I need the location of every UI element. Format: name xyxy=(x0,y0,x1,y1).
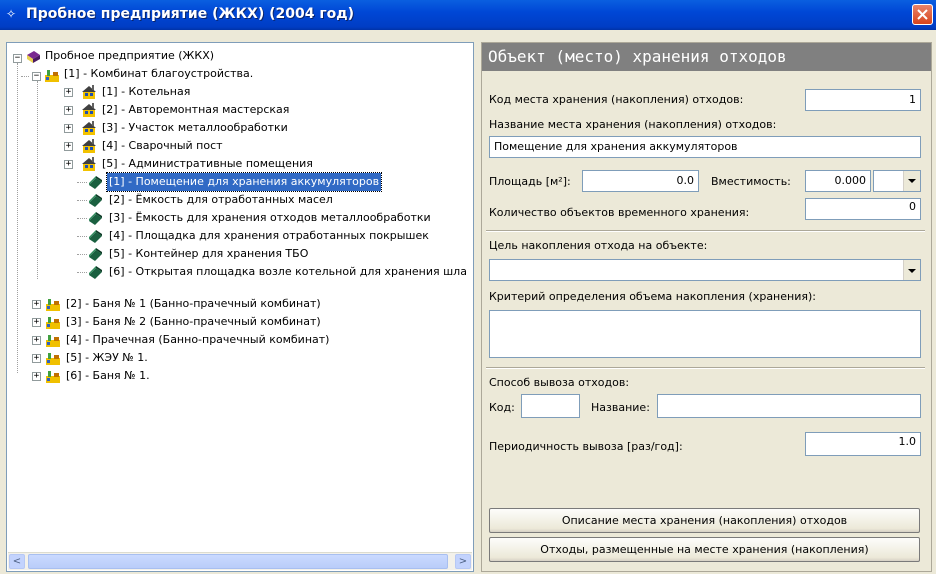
expand-toggle[interactable]: + xyxy=(64,124,73,133)
building-icon xyxy=(82,157,96,171)
tree-node-building[interactable]: [1] - Котельная xyxy=(100,83,192,101)
removal-name-field[interactable] xyxy=(657,394,921,418)
scroll-right-button[interactable]: > xyxy=(455,554,471,569)
code-field[interactable]: 1 xyxy=(805,89,921,111)
expand-toggle[interactable]: + xyxy=(64,106,73,115)
divider xyxy=(486,367,925,369)
purpose-label: Цель накопления отхода на объекте: xyxy=(489,239,708,252)
tree-node-combinat[interactable]: [1] - Комбинат благоустройства. xyxy=(62,65,255,83)
storage-icon xyxy=(89,266,102,279)
expand-toggle[interactable]: + xyxy=(32,336,41,345)
capacity-field[interactable]: 0.000 xyxy=(805,170,871,192)
scroll-thumb[interactable] xyxy=(28,554,448,569)
removal-name-label: Название: xyxy=(591,401,650,414)
tree-node-building[interactable]: [4] - Сварочный пост xyxy=(100,137,225,155)
dropdown-button[interactable] xyxy=(903,260,920,280)
unit-icon xyxy=(46,299,60,311)
name-field[interactable]: Помещение для хранения аккумуляторов xyxy=(489,136,921,158)
tree-node-storage[interactable]: [3] - Ёмкость для хранения отходов метал… xyxy=(107,209,433,227)
stored-wastes-button[interactable]: Отходы, размещенные на месте хранения (н… xyxy=(489,537,920,562)
close-icon xyxy=(917,9,928,20)
capacity-unit-select[interactable] xyxy=(873,170,921,192)
period-label: Периодичность вывоза [раз/год]: xyxy=(489,440,683,453)
expand-toggle[interactable]: + xyxy=(32,354,41,363)
horizontal-scrollbar[interactable]: < > xyxy=(8,552,472,570)
title-bar: ✧ Пробное предприятие (ЖКХ) (2004 год) xyxy=(0,0,936,30)
criterion-textarea[interactable] xyxy=(489,310,921,358)
expand-toggle[interactable]: + xyxy=(64,88,73,97)
tree-node-building[interactable]: [2] - Авторемонтная мастерская xyxy=(100,101,291,119)
building-icon xyxy=(82,103,96,117)
tree-node-storage[interactable]: [4] - Площадка для хранения отработанных… xyxy=(107,227,431,245)
building-icon xyxy=(82,121,96,135)
collapse-toggle[interactable]: − xyxy=(13,54,22,63)
tree-node-storage[interactable]: [6] - Открытая площадка возле котельной … xyxy=(107,263,469,281)
collapse-toggle[interactable]: − xyxy=(32,72,41,81)
enterprise-tree[interactable]: − Пробное предприятие (ЖКХ) − [1] - Комб… xyxy=(6,42,474,572)
capacity-label: Вместимость: xyxy=(711,175,791,188)
expand-toggle[interactable]: + xyxy=(32,372,41,381)
purpose-select[interactable] xyxy=(489,259,921,281)
storage-icon xyxy=(89,230,102,243)
tree-node-storage[interactable]: [2] - Ёмкость для отработанных масел xyxy=(107,191,335,209)
unit-icon xyxy=(46,317,60,329)
tree-node-unit[interactable]: [2] - Баня № 1 (Банно-прачечный комбинат… xyxy=(64,295,323,313)
storage-icon xyxy=(89,176,102,189)
chevron-down-icon xyxy=(908,179,916,183)
tree-node-building[interactable]: [3] - Участок металлообработки xyxy=(100,119,290,137)
tree-node-building[interactable]: [5] - Административные помещения xyxy=(100,155,315,173)
storage-description-button[interactable]: Описание места хранения (накопления) отх… xyxy=(489,508,920,533)
window-title: Пробное предприятие (ЖКХ) (2004 год) xyxy=(26,6,354,22)
code-label: Код места хранения (накопления) отходов: xyxy=(489,93,744,106)
count-label: Количество объектов временного хранения: xyxy=(489,206,750,219)
name-label: Название места хранения (накопления) отх… xyxy=(489,118,777,131)
area-label: Площадь [м²]: xyxy=(489,175,571,188)
expand-toggle[interactable]: + xyxy=(32,318,41,327)
unit-icon xyxy=(46,353,60,365)
scroll-left-button[interactable]: < xyxy=(9,554,25,569)
tree-node-unit[interactable]: [4] - Прачечная (Банно-прачечный комбина… xyxy=(64,331,331,349)
tree-node-storage[interactable]: [1] - Помещение для хранения аккумулятор… xyxy=(105,172,383,192)
factory-icon xyxy=(45,70,59,82)
tree-node-storage[interactable]: [5] - Контейнер для хранения ТБО xyxy=(107,245,310,263)
chevron-down-icon xyxy=(908,269,916,273)
building-icon xyxy=(82,85,96,99)
tree-root[interactable]: Пробное предприятие (ЖКХ) xyxy=(43,47,216,65)
expand-toggle[interactable]: + xyxy=(64,160,73,169)
book-icon xyxy=(27,51,40,63)
period-field[interactable]: 1.0 xyxy=(805,432,921,456)
building-icon xyxy=(82,139,96,153)
app-icon: ✧ xyxy=(6,7,17,21)
unit-icon xyxy=(46,335,60,347)
count-field[interactable]: 0 xyxy=(805,198,921,220)
storage-icon xyxy=(89,212,102,225)
area-field[interactable]: 0.0 xyxy=(582,170,699,192)
removal-code-field[interactable] xyxy=(521,394,580,418)
tree-node-unit[interactable]: [3] - Баня № 2 (Банно-прачечный комбинат… xyxy=(64,313,323,331)
storage-icon xyxy=(89,248,102,261)
unit-icon xyxy=(46,371,60,383)
criterion-label: Критерий определения объема накопления (… xyxy=(489,290,816,303)
dropdown-button[interactable] xyxy=(903,171,920,191)
panel-header: Объект (место) хранения отходов xyxy=(482,43,931,71)
expand-toggle[interactable]: + xyxy=(64,142,73,151)
tree-node-unit[interactable]: [6] - Баня № 1. xyxy=(64,367,152,385)
storage-object-panel: Объект (место) хранения отходов Код мест… xyxy=(481,42,932,572)
removal-label: Способ вывоза отходов: xyxy=(489,376,630,389)
storage-icon xyxy=(89,194,102,207)
expand-toggle[interactable]: + xyxy=(32,300,41,309)
removal-code-label: Код: xyxy=(489,401,515,414)
tree-node-unit[interactable]: [5] - ЖЭУ № 1. xyxy=(64,349,150,367)
close-button[interactable] xyxy=(912,4,933,25)
divider xyxy=(486,230,925,232)
